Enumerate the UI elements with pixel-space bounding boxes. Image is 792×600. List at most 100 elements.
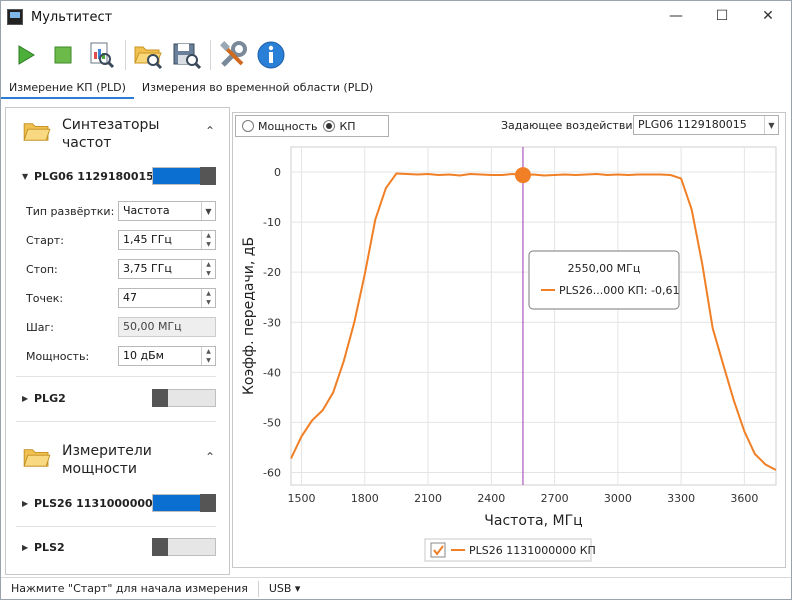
y-tick-label: -40 bbox=[263, 366, 281, 379]
info-icon bbox=[257, 41, 285, 69]
tooltip-title: 2550,00 МГц bbox=[568, 262, 641, 275]
toolbar-separator bbox=[210, 40, 211, 70]
dropdown-arrow-icon[interactable]: ▼ bbox=[764, 116, 778, 134]
generator-plg06-toggle[interactable] bbox=[152, 167, 216, 185]
group-title-line: Синтезаторы bbox=[62, 117, 160, 133]
stop-button[interactable] bbox=[47, 39, 79, 71]
sweep-type-select[interactable]: Частота ▼ bbox=[118, 201, 216, 221]
settings-button[interactable] bbox=[217, 39, 249, 71]
save-button[interactable] bbox=[170, 39, 202, 71]
spinner-arrows-icon[interactable]: ▲ ▼ bbox=[201, 231, 215, 249]
y-axis-label: Коэфф. передачи, дБ bbox=[241, 237, 257, 395]
dropdown-arrow-icon[interactable]: ▼ bbox=[201, 202, 215, 220]
y-tick-label: -50 bbox=[263, 416, 281, 429]
group-title-line: Измерители bbox=[62, 443, 152, 459]
collapse-chevron-icon[interactable]: ⌃ bbox=[205, 124, 215, 138]
y-tick-label: -30 bbox=[263, 316, 281, 329]
meter-pls26-toggle[interactable] bbox=[152, 494, 216, 512]
power-row: Мощность: 10 дБм ▲ ▼ bbox=[6, 345, 229, 367]
group-title-line: частот bbox=[62, 135, 112, 151]
start-input[interactable]: 1,45 ГГц ▲ ▼ bbox=[118, 230, 216, 250]
start-label: Старт: bbox=[26, 233, 64, 247]
report-button[interactable] bbox=[85, 39, 117, 71]
step-row: Шаг: 50,00 МГц bbox=[6, 316, 229, 338]
spinner-arrows-icon[interactable]: ▲ ▼ bbox=[201, 260, 215, 278]
transfer-coefficient-chart[interactable]: 1500 1800 2100 2400 2700 3000 3300 3600 0 -10 -20 -… bbox=[233, 141, 785, 567]
stop-label: Стоп: bbox=[26, 262, 58, 276]
excitation-select[interactable]: PLG06 1129180015 ▼ bbox=[633, 115, 779, 135]
excitation-label: Задающее воздействие: bbox=[501, 119, 643, 132]
step-label: Шаг: bbox=[26, 320, 54, 334]
legend-label: PLS26 1131000000 КП bbox=[469, 544, 596, 557]
chart-panel: Мощность КП Задающее воздействие: PLG06 … bbox=[232, 112, 786, 568]
folder-icon bbox=[23, 123, 51, 141]
legend-checkbox[interactable] bbox=[430, 542, 446, 558]
power-mode-radio[interactable]: Мощность bbox=[242, 120, 317, 133]
generator-plg2-toggle[interactable] bbox=[152, 389, 216, 407]
generator-plg06[interactable]: ▼ PLG06 1129180015 bbox=[6, 160, 229, 192]
sweep-type-label: Тип развёртки: bbox=[26, 204, 115, 218]
spinner-arrows-icon[interactable]: ▲ ▼ bbox=[201, 347, 215, 365]
kp-mode-radio[interactable]: КП bbox=[323, 120, 356, 133]
start-button[interactable] bbox=[9, 39, 41, 71]
about-button[interactable] bbox=[255, 39, 287, 71]
report-search-icon bbox=[90, 42, 115, 69]
points-value: 47 bbox=[123, 291, 137, 304]
open-folder-icon bbox=[134, 46, 163, 69]
points-input[interactable]: 47 ▲ ▼ bbox=[118, 288, 216, 308]
device-name: PLG06 1129180015 bbox=[34, 169, 154, 183]
tooltip-box bbox=[528, 250, 680, 310]
mode-radio-group: Мощность КП bbox=[235, 115, 389, 137]
generator-plg2[interactable]: ▶ PLG2 bbox=[6, 382, 229, 414]
synthesizers-group-title: Синтезаторы частот bbox=[62, 116, 159, 152]
open-button[interactable] bbox=[132, 39, 164, 71]
tooltip-entry: PLS26...000 КП: -0,61 bbox=[559, 284, 679, 297]
x-tick-label: 3000 bbox=[604, 492, 632, 505]
toolbar bbox=[1, 33, 791, 77]
meters-group-header[interactable]: Измерители мощности ⌃ bbox=[6, 442, 229, 478]
collapsed-triangle-icon[interactable]: ▶ bbox=[22, 543, 34, 552]
synthesizers-group-header[interactable]: Синтезаторы частот ⌃ bbox=[6, 116, 229, 152]
radio-circle-selected bbox=[323, 120, 336, 132]
minimize-button[interactable]: — bbox=[653, 1, 699, 31]
collapsed-triangle-icon[interactable]: ▶ bbox=[22, 499, 34, 508]
meter-pls26[interactable]: ▶ PLS26 1131000000 bbox=[6, 487, 229, 519]
toggle-knob bbox=[200, 494, 216, 512]
divider bbox=[16, 376, 216, 377]
start-value: 1,45 ГГц bbox=[123, 233, 172, 246]
sweep-type-row: Тип развёртки: Частота ▼ bbox=[6, 200, 229, 222]
meter-pls2[interactable]: ▶ PLS2 bbox=[6, 531, 229, 563]
stop-input[interactable]: 3,75 ГГц ▲ ▼ bbox=[118, 259, 216, 279]
expanded-triangle-icon[interactable]: ▼ bbox=[22, 172, 34, 181]
window-controls: — ☐ ✕ bbox=[653, 1, 791, 31]
x-tick-label: 3600 bbox=[730, 492, 758, 505]
maximize-button[interactable]: ☐ bbox=[699, 1, 745, 31]
tab-kp-measurement[interactable]: Измерение КП (PLD) bbox=[1, 79, 134, 99]
device-name: PLS26 1131000000 bbox=[34, 496, 153, 510]
status-separator bbox=[257, 580, 259, 597]
status-text: Нажмите "Старт" для начала измерения bbox=[11, 582, 248, 595]
collapsed-triangle-icon[interactable]: ▶ bbox=[22, 394, 34, 403]
y-tick-label: -10 bbox=[263, 216, 281, 229]
x-tick-label: 2700 bbox=[541, 492, 569, 505]
spinner-arrows-icon[interactable]: ▲ ▼ bbox=[201, 289, 215, 307]
power-input[interactable]: 10 дБм ▲ ▼ bbox=[118, 346, 216, 366]
radio-circle bbox=[242, 120, 254, 132]
excitation-value: PLG06 1129180015 bbox=[638, 118, 747, 131]
cursor-point bbox=[514, 167, 531, 184]
usb-menu[interactable]: USB ▾ bbox=[269, 582, 301, 595]
meter-pls2-toggle[interactable] bbox=[152, 538, 216, 556]
close-button[interactable]: ✕ bbox=[745, 1, 791, 31]
collapse-chevron-icon[interactable]: ⌃ bbox=[205, 450, 215, 464]
meters-group-title: Измерители мощности bbox=[62, 442, 152, 478]
divider bbox=[16, 421, 216, 422]
toggle-knob bbox=[152, 538, 168, 556]
device-name: PLS2 bbox=[34, 540, 65, 554]
device-name: PLG2 bbox=[34, 391, 66, 405]
app-icon bbox=[7, 9, 23, 25]
stop-icon bbox=[54, 46, 72, 64]
step-readonly-field: 50,00 МГц bbox=[118, 317, 216, 337]
x-tick-label: 2400 bbox=[477, 492, 505, 505]
y-tick-label: 0 bbox=[274, 166, 281, 179]
tab-time-domain[interactable]: Измерения во временной области (PLD) bbox=[134, 79, 381, 99]
